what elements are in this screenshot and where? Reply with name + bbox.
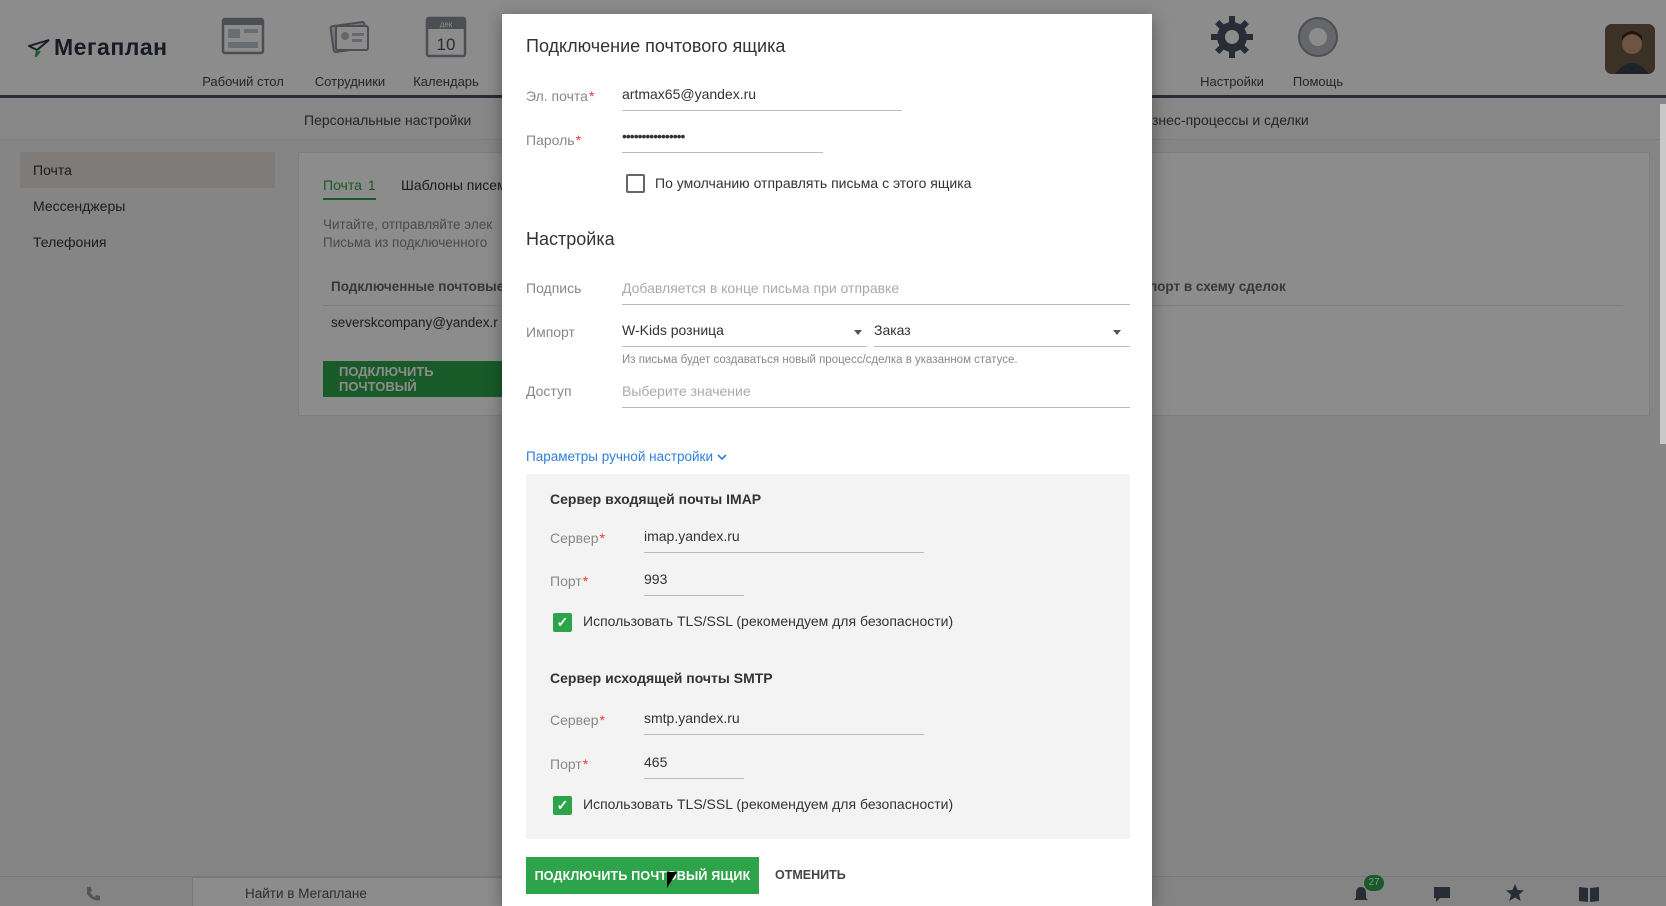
smtp-ssl-checkbox[interactable]: ✓ — [553, 796, 572, 815]
signature-input[interactable]: Добавляется в конце письма при отправке — [622, 280, 1130, 305]
access-label: Доступ — [526, 383, 572, 399]
password-label: Пароль* — [526, 132, 582, 148]
import-hint: Из письма будет создаваться новый процес… — [622, 354, 1018, 366]
connect-mailbox-submit-button[interactable]: Подключить почтовый ящик — [526, 857, 759, 894]
page-scrollbar[interactable] — [1660, 104, 1666, 444]
manual-settings-panel: Сервер входящей почты IMAP Сервер* imap.… — [526, 474, 1130, 839]
imap-section-title: Сервер входящей почты IMAP — [550, 491, 762, 507]
default-sender-label: По умолчанию отправлять письма с этого я… — [655, 175, 972, 191]
smtp-section-title: Сервер исходящей почты SMTP — [550, 670, 773, 686]
imap-ssl-checkbox[interactable]: ✓ — [553, 613, 572, 632]
imap-port-field[interactable]: 993 — [644, 571, 744, 596]
imap-ssl-label: Использовать TLS/SSL (рекомендуем для бе… — [583, 613, 954, 629]
default-sender-checkbox[interactable] — [626, 174, 645, 193]
modal-title: Подключение почтового ящика — [526, 36, 786, 56]
imap-server-field[interactable]: imap.yandex.ru — [644, 528, 924, 553]
manual-settings-link-label: Параметры ручной настройки — [526, 449, 714, 464]
import-label: Импорт — [526, 324, 575, 340]
chevron-down-icon — [854, 330, 862, 335]
manual-settings-link[interactable]: Параметры ручной настройки — [526, 449, 727, 464]
import-status-select[interactable]: Заказ — [874, 322, 1130, 347]
connect-mailbox-modal: Подключение почтового ящика Эл. почта* a… — [502, 14, 1152, 906]
import-status-value: Заказ — [874, 322, 911, 338]
email-label: Эл. почта* — [526, 88, 595, 104]
smtp-port-label: Порт* — [550, 756, 589, 772]
cancel-button[interactable]: Отменить — [775, 857, 846, 894]
smtp-ssl-label: Использовать TLS/SSL (рекомендуем для бе… — [583, 796, 954, 812]
mouse-cursor-icon — [667, 872, 677, 888]
smtp-server-field[interactable]: smtp.yandex.ru — [644, 710, 924, 735]
settings-section-title: Настройка — [526, 229, 615, 249]
import-process-value: W-Kids розница — [622, 322, 724, 338]
smtp-server-label: Сервер* — [550, 712, 605, 728]
smtp-port-field[interactable]: 465 — [644, 754, 744, 779]
import-process-select[interactable]: W-Kids розница — [622, 322, 867, 347]
signature-label: Подпись — [526, 280, 582, 296]
imap-server-label: Сервер* — [550, 530, 605, 546]
email-field[interactable]: artmax65@yandex.ru — [622, 86, 902, 111]
chevron-down-icon — [1113, 330, 1121, 335]
password-field[interactable]: •••••••••••••••• — [622, 128, 823, 153]
chevron-down-icon — [717, 454, 727, 461]
imap-port-label: Порт* — [550, 573, 589, 589]
access-select[interactable]: Выберите значение — [622, 383, 1130, 408]
